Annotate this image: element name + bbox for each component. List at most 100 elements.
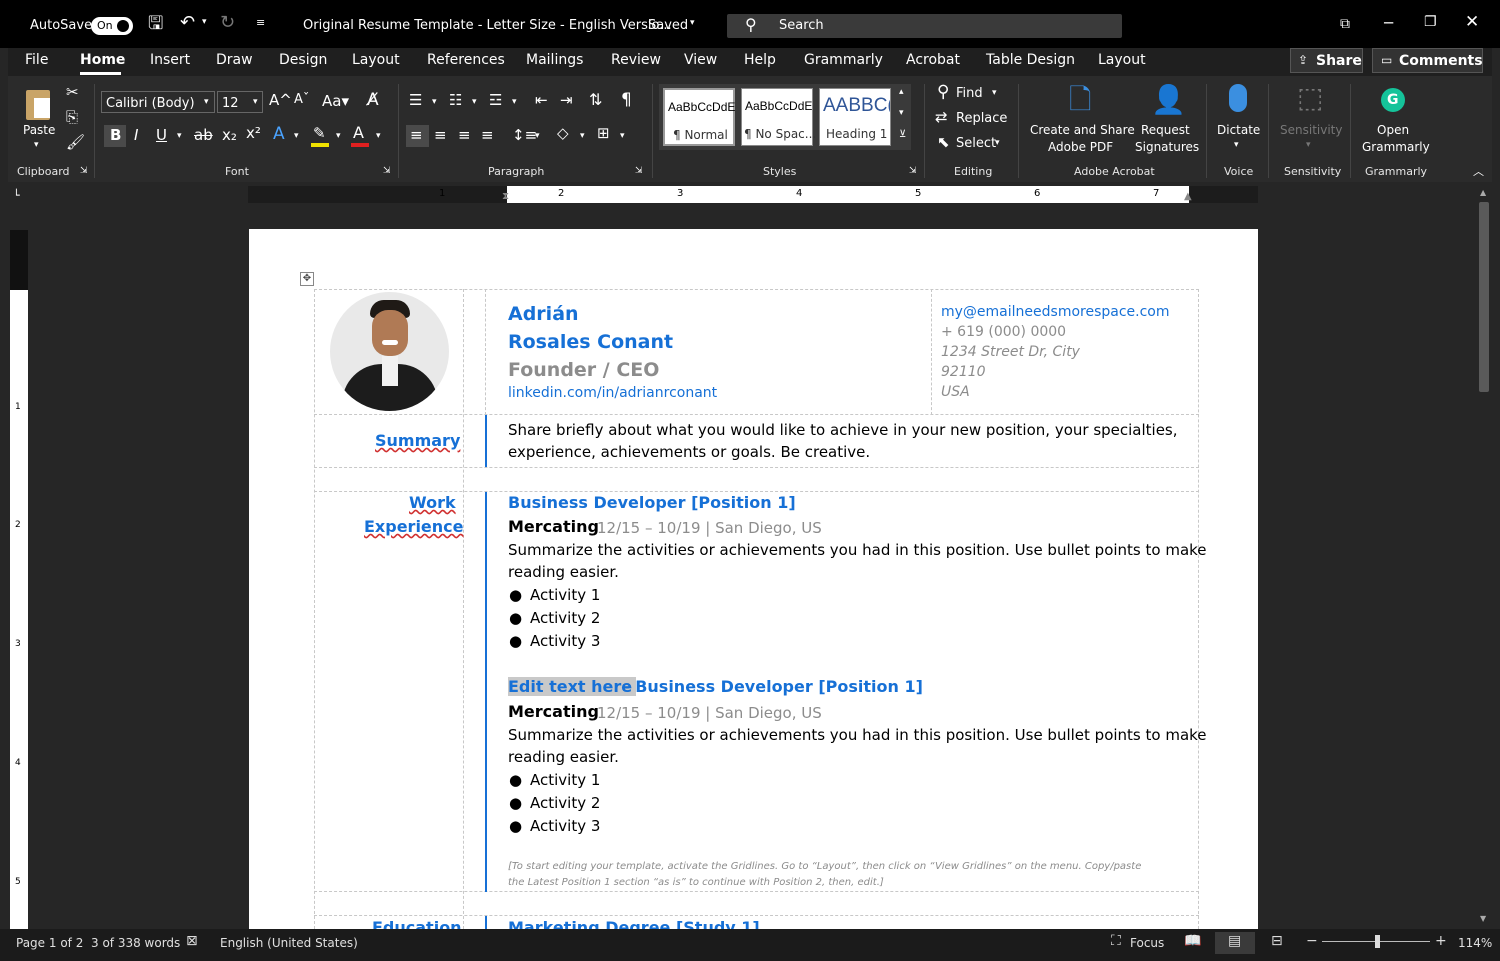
tab-references[interactable]: References xyxy=(427,52,505,68)
font-color-icon[interactable]: A xyxy=(353,125,364,141)
save-icon[interactable]: 🖫 xyxy=(148,15,163,33)
page-count[interactable]: Page 1 of 2 xyxy=(16,936,83,950)
autosave-toggle[interactable]: On xyxy=(91,17,133,35)
job2-meta[interactable]: 12/15 – 10/19 | San Diego, US xyxy=(597,704,822,722)
vertical-scrollbar[interactable]: ▲ ▼ xyxy=(1476,187,1492,929)
tab-view[interactable]: View xyxy=(684,52,717,68)
zoom-in-icon[interactable]: + xyxy=(1435,934,1447,948)
read-mode-icon[interactable]: 📖 xyxy=(1184,934,1201,948)
tab-insert[interactable]: Insert xyxy=(150,52,190,68)
selected-text[interactable]: Edit text here xyxy=(508,677,637,696)
copy-icon[interactable]: ⎘ xyxy=(66,110,78,125)
job1-description[interactable]: Summarize the activities or achievements… xyxy=(508,541,1207,559)
create-pdf-label-2[interactable]: Adobe PDF xyxy=(1048,140,1113,154)
styles-down-icon[interactable]: ▾ xyxy=(899,109,904,118)
borders-dropdown-icon[interactable]: ▾ xyxy=(620,132,625,141)
job1-activity[interactable]: Activity 2 xyxy=(530,609,600,627)
zip-text[interactable]: 92110 xyxy=(941,364,986,380)
style-heading-1[interactable]: AABBC( Heading 1 xyxy=(819,88,891,146)
dictate-dropdown-icon[interactable]: ▾ xyxy=(1234,141,1239,150)
document-title[interactable]: Original Resume Template - Letter Size -… xyxy=(303,18,672,33)
document-page[interactable]: ✥ Adrián Rosales Conant Founder / CEO li… xyxy=(249,229,1258,929)
shrink-font-icon[interactable]: Aˇ xyxy=(294,93,309,106)
first-name[interactable]: Adrián xyxy=(508,303,579,325)
tab-acrobat[interactable]: Acrobat xyxy=(906,52,960,68)
job1-activity[interactable]: Activity 1 xyxy=(530,586,600,604)
change-case-icon[interactable]: Aa▾ xyxy=(322,94,349,109)
print-layout-button[interactable]: ▤ xyxy=(1215,932,1255,954)
numbering-dropdown-icon[interactable]: ▾ xyxy=(472,98,477,107)
styles-more-icon[interactable]: ⊻ xyxy=(899,130,906,140)
request-label[interactable]: Request xyxy=(1141,123,1190,137)
zoom-slider-thumb[interactable] xyxy=(1375,935,1380,948)
find-icon[interactable]: ⚲ xyxy=(937,84,949,101)
underline-dropdown-icon[interactable]: ▾ xyxy=(177,132,182,141)
collapse-ribbon-icon[interactable]: ︿ xyxy=(1473,166,1484,177)
select-button[interactable]: Select xyxy=(956,136,996,151)
instruction-note[interactable]: [To start editing your template, activat… xyxy=(508,861,1141,872)
tab-table-design[interactable]: Table Design xyxy=(986,52,1075,68)
clear-formatting-icon[interactable]: A̸ xyxy=(367,92,379,109)
saved-status[interactable]: Saved xyxy=(648,18,688,33)
job2-title[interactable]: - Business Developer [Position 1] xyxy=(623,677,923,696)
tab-draw[interactable]: Draw xyxy=(216,52,253,68)
paragraph-launcher-icon[interactable]: ⇲ xyxy=(635,167,643,176)
line-spacing-dropdown-icon[interactable]: ▾ xyxy=(535,132,540,141)
tab-mailings[interactable]: Mailings xyxy=(526,52,583,68)
highlight-icon[interactable]: ✎ xyxy=(313,126,326,141)
select-dropdown-icon[interactable]: ▾ xyxy=(995,139,1000,148)
focus-icon[interactable]: ⛶ xyxy=(1111,934,1121,948)
proofing-icon[interactable]: ⊠ xyxy=(186,934,198,948)
job2-description[interactable]: Summarize the activities or achievements… xyxy=(508,726,1207,744)
grammarly-icon[interactable]: G xyxy=(1381,88,1405,112)
clipboard-launcher-icon[interactable]: ⇲ xyxy=(80,167,88,176)
right-indent-marker-icon[interactable]: ▲ xyxy=(1184,192,1192,202)
shading-icon[interactable]: ◇ xyxy=(557,126,569,141)
scroll-up-icon[interactable]: ▲ xyxy=(1480,189,1486,197)
italic-icon[interactable]: I xyxy=(134,128,138,143)
sort-icon[interactable]: ⇅ xyxy=(589,92,602,108)
dictate-button[interactable]: Dictate xyxy=(1217,123,1260,137)
close-icon[interactable]: ✕ xyxy=(1465,14,1479,31)
redo-icon[interactable]: ↻ xyxy=(220,14,235,32)
study-title[interactable]: Marketing Degree [Study 1] xyxy=(508,918,760,929)
tab-grammarly[interactable]: Grammarly xyxy=(804,52,883,68)
align-left-button[interactable]: ≡ xyxy=(406,125,429,147)
tab-selector-icon[interactable]: └ xyxy=(13,190,20,201)
select-icon[interactable]: ⬉ xyxy=(937,135,950,150)
highlight-dropdown-icon[interactable]: ▾ xyxy=(336,132,341,141)
line-spacing-icon[interactable]: ↕≡ xyxy=(512,128,537,143)
underline-icon[interactable]: U xyxy=(156,128,167,143)
vertical-ruler[interactable]: 1 2 3 4 5 xyxy=(8,212,30,929)
find-dropdown-icon[interactable]: ▾ xyxy=(992,89,997,98)
strikethrough-icon[interactable]: ab xyxy=(194,128,213,143)
tab-design[interactable]: Design xyxy=(279,52,327,68)
tab-help[interactable]: Help xyxy=(744,52,776,68)
job1-meta[interactable]: 12/15 – 10/19 | San Diego, US xyxy=(597,519,822,537)
replace-icon[interactable]: ⇄ xyxy=(935,110,948,125)
restore-icon[interactable]: ❐ xyxy=(1424,15,1437,29)
paste-label[interactable]: Paste xyxy=(23,123,55,137)
minimize-icon[interactable]: ─ xyxy=(1384,16,1393,31)
tab-layout[interactable]: Layout xyxy=(352,52,400,68)
share-button[interactable]: ⇪ Share xyxy=(1290,48,1363,73)
align-right-icon[interactable]: ≡ xyxy=(458,128,471,143)
undo-dropdown-icon[interactable]: ▾ xyxy=(202,18,207,27)
borders-icon[interactable]: ⊞ xyxy=(597,126,610,141)
replace-button[interactable]: Replace xyxy=(956,111,1007,126)
table-move-handle-icon[interactable]: ✥ xyxy=(300,272,314,286)
country-text[interactable]: USA xyxy=(941,384,970,400)
increase-indent-icon[interactable]: ⇥ xyxy=(560,93,573,108)
job1-company[interactable]: Mercating xyxy=(508,517,599,536)
find-button[interactable]: Find xyxy=(956,86,983,101)
job2-description-2[interactable]: reading easier. xyxy=(508,748,619,766)
phone-text[interactable]: + 619 (000) 0000 xyxy=(941,324,1066,340)
style-normal[interactable]: AaBbCcDdE ¶ Normal xyxy=(663,88,735,146)
job1-title[interactable]: Business Developer [Position 1] xyxy=(508,493,796,512)
numbering-icon[interactable]: ☷ xyxy=(449,93,462,108)
create-pdf-icon[interactable]: 🗋 xyxy=(1069,86,1092,114)
job2-company[interactable]: Mercating xyxy=(508,702,599,721)
tab-review[interactable]: Review xyxy=(611,52,661,68)
horizontal-ruler[interactable]: 1 2 3 4 5 6 7 ⧗ ▲ xyxy=(248,186,1258,203)
open-grammarly-label[interactable]: Open xyxy=(1377,123,1409,137)
